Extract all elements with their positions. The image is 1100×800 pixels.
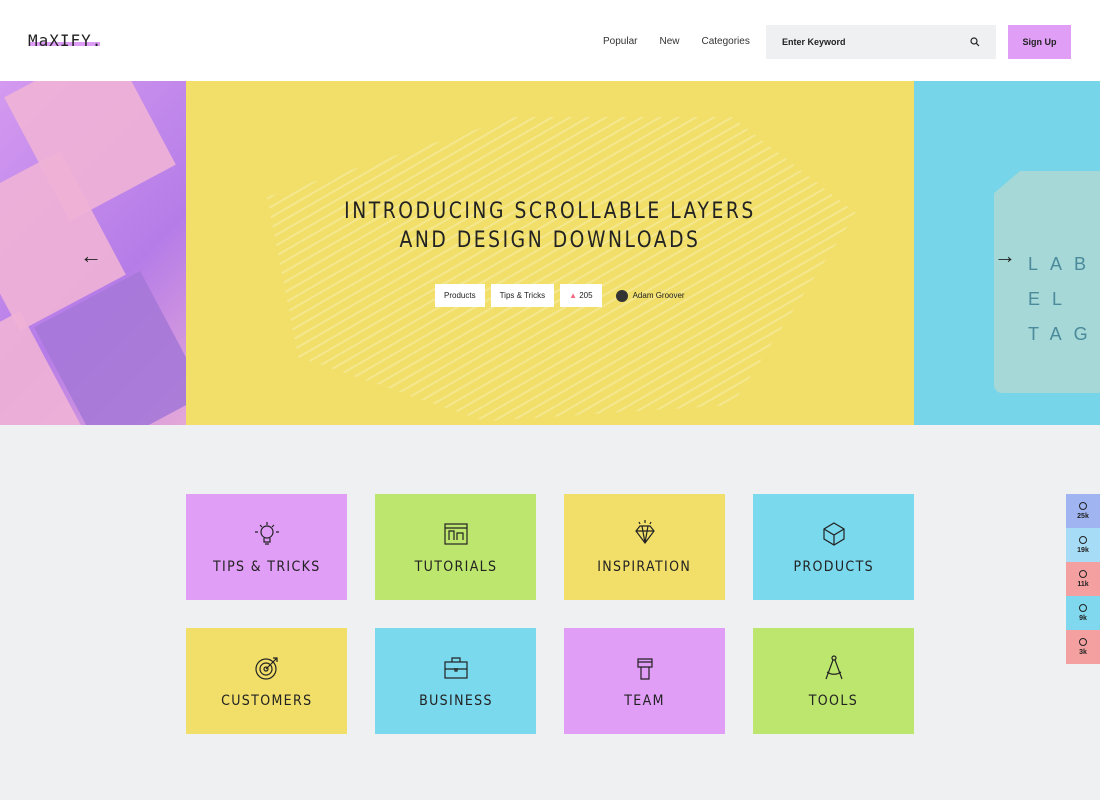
hero-carousel: ← INTRODUCING SCROLLABLE LAYERS AND DESIG… — [0, 81, 1100, 425]
label-tag-text: LAB EL TAG — [1028, 254, 1100, 344]
blueprint-icon — [443, 523, 468, 545]
category-tile-business[interactable]: BUSINESS — [375, 628, 536, 734]
hero-title-line1: INTRODUCING SCROLLABLE LAYERS — [344, 199, 756, 224]
avatar — [615, 289, 628, 302]
social-twitter-button[interactable]: 19k — [1066, 528, 1100, 562]
search-icon[interactable] — [970, 37, 980, 47]
share-count: 9k — [1079, 615, 1087, 622]
social-behance-button[interactable]: 9k — [1066, 596, 1100, 630]
category-label: TEAM — [624, 693, 665, 709]
nav-categories[interactable]: Categories — [701, 36, 749, 47]
facebook-icon — [1079, 502, 1087, 510]
search-placeholder: Enter Keyword — [782, 37, 846, 47]
likes-badge[interactable]: ▲ 205 — [560, 284, 602, 307]
category-label: CUSTOMERS — [220, 693, 313, 709]
nav-popular[interactable]: Popular — [603, 36, 637, 47]
share-count: 3k — [1079, 649, 1087, 656]
likes-count: 205 — [579, 291, 593, 300]
share-count: 11k — [1077, 581, 1089, 588]
category-label: TOOLS — [808, 693, 859, 709]
category-tile-tutorials[interactable]: TUTORIALS — [375, 494, 536, 600]
target-icon — [254, 657, 278, 680]
search-input[interactable]: Enter Keyword — [766, 25, 996, 59]
category-tile-tools[interactable]: TOOLS — [753, 628, 914, 734]
logo[interactable]: MaXIFY. — [28, 31, 102, 50]
author[interactable]: Adam Groover — [615, 289, 685, 302]
category-label: BUSINESS — [418, 693, 493, 709]
category-tile-team[interactable]: TEAM — [564, 628, 725, 734]
pinterest-icon — [1079, 638, 1087, 646]
category-label: INSPIRATION — [597, 559, 692, 575]
category-tile-customers[interactable]: CUSTOMERS — [186, 628, 347, 734]
current-slide: INTRODUCING SCROLLABLE LAYERS AND DESIGN … — [186, 81, 914, 425]
post-meta: Products Tips & Tricks ▲ 205 Adam Groove… — [435, 284, 685, 307]
arrow-right-icon[interactable]: → — [994, 243, 1016, 269]
category-label: TUTORIALS — [414, 559, 497, 575]
flame-icon: ▲ — [569, 291, 577, 300]
main-nav: Popular New Categories — [603, 36, 750, 47]
tag-products[interactable]: Products — [435, 284, 485, 307]
tag-tips-tricks[interactable]: Tips & Tricks — [490, 284, 555, 307]
share-count: 25k — [1077, 513, 1089, 520]
site-header: MaXIFY. Popular New Categories Enter Key… — [0, 0, 1100, 81]
category-tile-tips-tricks[interactable]: TIPS & TRICKS — [186, 494, 347, 600]
diamond-icon — [634, 520, 655, 544]
social-facebook-button[interactable]: 25k — [1066, 494, 1100, 528]
hero-title-line2: AND DESIGN DOWNLOADS — [399, 228, 701, 253]
lightbulb-icon — [254, 522, 279, 545]
fist-icon — [636, 658, 653, 680]
category-label: PRODUCTS — [793, 559, 874, 575]
twitter-icon — [1079, 536, 1087, 544]
behance-icon — [1079, 604, 1087, 612]
arrow-left-icon[interactable]: ← — [80, 243, 102, 269]
decorative-3d-shape — [267, 117, 856, 421]
social-dribbble-button[interactable]: 11k — [1066, 562, 1100, 596]
share-count: 19k — [1077, 547, 1089, 554]
briefcase-icon — [443, 657, 468, 679]
social-pinterest-button[interactable]: 3k — [1066, 630, 1100, 664]
category-grid: TIPS & TRICKS TUTORIALS INSPIRATION PRODUCT… — [186, 494, 914, 734]
compass-icon — [824, 655, 843, 680]
sign-up-button[interactable]: Sign Up — [1008, 25, 1071, 59]
category-tile-products[interactable]: PRODUCTS — [753, 494, 914, 600]
category-label: TIPS & TRICKS — [212, 559, 321, 575]
dribbble-icon — [1079, 570, 1087, 578]
hero-title[interactable]: INTRODUCING SCROLLABLE LAYERS AND DESIGN … — [241, 197, 860, 255]
cube-icon — [822, 522, 845, 546]
social-share-bar: 25k 19k 11k 9k 3k — [1066, 494, 1100, 664]
author-name: Adam Groover — [632, 291, 685, 300]
category-tile-inspiration[interactable]: INSPIRATION — [564, 494, 725, 600]
nav-new[interactable]: New — [659, 36, 679, 47]
